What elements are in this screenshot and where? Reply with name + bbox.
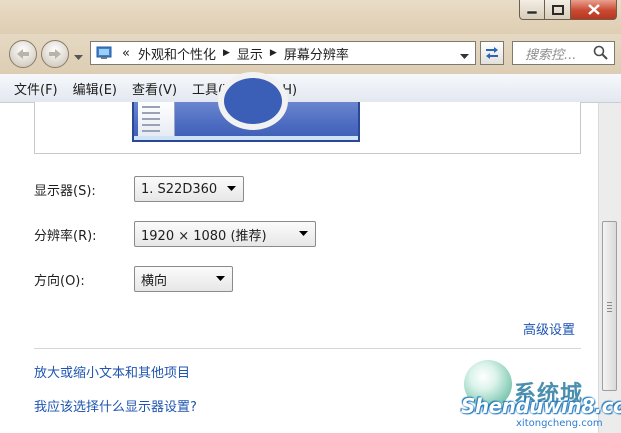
- display-preview: [34, 72, 581, 154]
- address-history-dropdown[interactable]: [460, 49, 469, 64]
- control-panel-icon: [96, 46, 112, 59]
- resolution-row: 分辨率(R): 1920 × 1080 (推荐): [34, 221, 316, 247]
- close-icon: [587, 4, 600, 15]
- display-row: 显示器(S): 1. S22D360: [34, 176, 244, 202]
- display-select[interactable]: 1. S22D360: [134, 176, 244, 202]
- orientation-label: 方向(O):: [34, 273, 85, 289]
- back-button[interactable]: [9, 40, 37, 68]
- menu-file[interactable]: 文件(F): [7, 79, 65, 98]
- menu-edit[interactable]: 编辑(E): [66, 79, 124, 98]
- title-bar: [0, 0, 621, 34]
- breadcrumb-label: 屏幕分辨率: [283, 47, 349, 63]
- breadcrumb-separator-icon[interactable]: ▶: [223, 48, 230, 58]
- breadcrumb-item[interactable]: 外观和个性化: [138, 44, 216, 63]
- maximize-icon: [551, 4, 564, 15]
- breadcrumb-item[interactable]: 显示: [237, 44, 263, 63]
- text-size-link[interactable]: 放大或缩小文本和其他项目: [34, 362, 190, 381]
- display-settings-help-link[interactable]: 我应该选择什么显示器设置?: [34, 396, 197, 415]
- watermark-en-text: Shenduwin8.com: [461, 394, 621, 418]
- vertical-scrollbar[interactable]: [598, 103, 621, 433]
- minimize-button[interactable]: [519, 0, 545, 20]
- maximize-button[interactable]: [545, 0, 571, 20]
- address-overflow[interactable]: «: [122, 46, 130, 61]
- menu-view[interactable]: 查看(V): [125, 79, 184, 98]
- chevron-down-icon: [299, 231, 308, 236]
- orientation-select-value: 横向: [141, 273, 168, 289]
- monitor-icon[interactable]: [132, 72, 360, 142]
- search-placeholder: 搜索控...: [525, 47, 577, 63]
- forward-arrow-icon: [49, 49, 61, 59]
- search-icon[interactable]: [593, 45, 609, 61]
- resolution-label: 分辨率(R):: [34, 228, 97, 244]
- address-bar[interactable]: « 外观和个性化 ▶ 显示 ▶ 屏幕分辨率: [90, 41, 476, 65]
- close-button[interactable]: [571, 0, 617, 20]
- resolution-select-value: 1920 × 1080 (推荐): [141, 228, 267, 244]
- refresh-icon: [486, 47, 498, 59]
- forward-button[interactable]: [41, 40, 69, 68]
- window-controls: [519, 0, 617, 21]
- section-divider: [34, 348, 581, 349]
- chevron-down-icon: [227, 186, 236, 191]
- orientation-select[interactable]: 横向: [134, 266, 233, 292]
- monitor-number-badge: [218, 72, 288, 130]
- scrollbar-thumb[interactable]: [602, 221, 617, 391]
- scrollbar-grip-icon: [607, 302, 612, 314]
- monitor-screen-panel: [138, 102, 175, 136]
- recent-pages-dropdown[interactable]: [74, 50, 83, 65]
- search-input[interactable]: 搜索控...: [512, 41, 615, 65]
- breadcrumb-item[interactable]: 屏幕分辨率: [284, 44, 349, 63]
- refresh-button[interactable]: [480, 41, 504, 65]
- chevron-down-icon: [460, 54, 469, 59]
- menu-bar: 文件(F) 编辑(E) 查看(V) 工具(T) 帮助(H): [0, 74, 621, 103]
- breadcrumb-separator-icon[interactable]: ▶: [270, 48, 277, 58]
- breadcrumb-label: 显示: [236, 47, 263, 63]
- back-arrow-icon: [17, 49, 29, 59]
- orientation-row: 方向(O): 横向: [34, 266, 233, 292]
- watermark-sub-text: xitongcheng.com: [516, 418, 603, 429]
- chevron-down-icon: [74, 55, 83, 60]
- chevron-down-icon: [216, 276, 225, 281]
- resolution-select[interactable]: 1920 × 1080 (推荐): [134, 221, 316, 247]
- advanced-settings-link[interactable]: 高级设置: [523, 319, 575, 338]
- monitor-taskbar: [134, 136, 358, 140]
- display-select-value: 1. S22D360: [141, 181, 218, 197]
- display-label: 显示器(S):: [34, 183, 96, 199]
- minimize-icon: [527, 10, 537, 14]
- breadcrumb-label: 外观和个性化: [137, 47, 216, 63]
- navigation-bar: « 外观和个性化 ▶ 显示 ▶ 屏幕分辨率 搜索控...: [0, 34, 621, 74]
